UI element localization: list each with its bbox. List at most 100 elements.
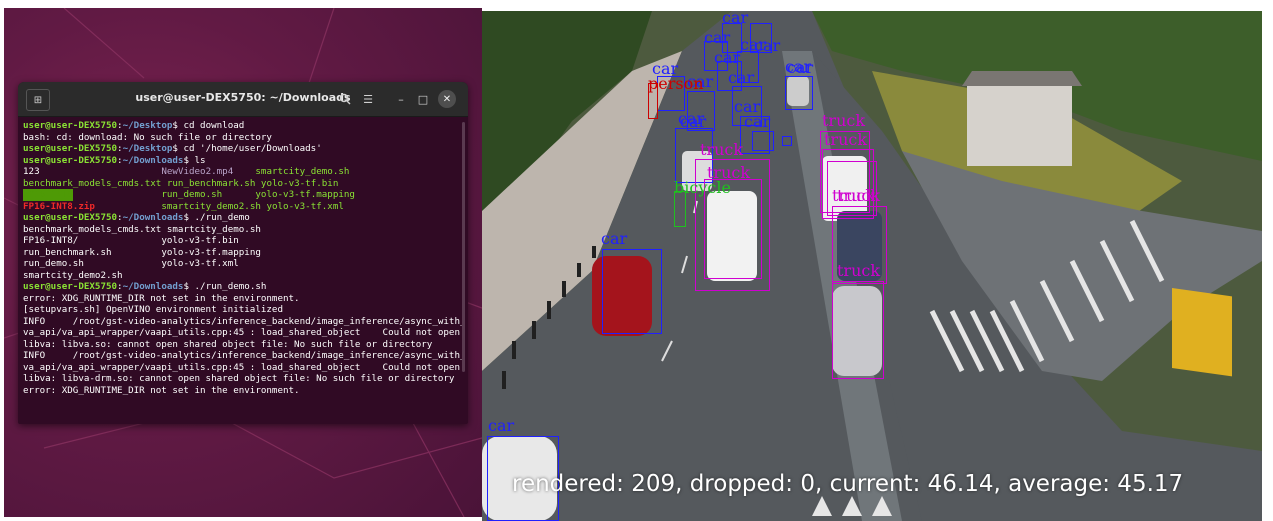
detection-label-car: car	[488, 416, 515, 435]
output-text: INFO /root/gst-video-analytics/inference…	[23, 315, 464, 327]
output-text: va_api/va_api_wrapper/vaapi_utils.cpp:45…	[23, 327, 460, 338]
ls-entry: FP16-INT8	[23, 189, 73, 201]
ls-entry: smartcity_demo.sh	[255, 166, 350, 177]
ls-entry: yolo-v3-tf.mapping	[255, 189, 355, 200]
ls-entry: smartcity_demo2.sh	[161, 200, 261, 212]
output-text: error: XDG_RUNTIME_DIR not set in the en…	[23, 384, 300, 396]
terminal-line: bash: cd: download: No such file or dire…	[23, 132, 464, 144]
terminal-line: user@user-DEX5750:~/Desktop$ cd '/home/u…	[23, 143, 464, 155]
ls-entry: benchmark_models_cmds.txt	[23, 223, 162, 235]
ls-entry: NewVideo2.mp4	[161, 166, 234, 177]
terminal-line: va_api/va_api_wrapper/vaapi_utils.cpp:45…	[23, 327, 464, 339]
prompt-user: user@user-DEX5750	[23, 212, 118, 223]
prompt-path: ~/Downloads	[122, 212, 184, 223]
command-text: $ ./run_demo.sh	[183, 281, 267, 292]
terminal-window[interactable]: ⊞ user@user-DEX5750: ~/Downloads ☰ – □ ✕…	[18, 82, 468, 424]
terminal-line: INFO /root/gst-video-analytics/inference…	[23, 350, 464, 362]
ls-entry: run_demo.sh	[161, 189, 223, 200]
output-text: INFO /root/gst-video-analytics/inference…	[23, 350, 464, 361]
output-text: libva: libva-drm.so: cannot open shared …	[23, 373, 455, 384]
terminal-line: user@user-DEX5750:~/Downloads$ ./run_dem…	[23, 281, 464, 293]
ls-entry: 123	[23, 166, 40, 177]
terminal-line: user@user-DEX5750:~/Desktop$ cd download	[23, 120, 464, 132]
ls-entry: FP16-INT8/	[23, 235, 79, 246]
detection-label-truck: truck	[824, 130, 868, 149]
fps-stats-overlay: rendered: 209, dropped: 0, current: 46.1…	[512, 471, 1184, 497]
detection-box-car	[602, 249, 662, 334]
command-text: $ cd download	[172, 120, 245, 131]
close-icon[interactable]: ✕	[438, 90, 456, 108]
prompt-user: user@user-DEX5750	[23, 120, 118, 131]
detection-label-truck: truck	[700, 140, 744, 159]
video-frame: car car car car car car car car car car …	[482, 11, 1262, 521]
ls-entry: benchmark_models_cmds.txt	[23, 177, 162, 189]
output-text: libva: libva.so: cannot open shared obje…	[23, 338, 433, 350]
desktop-background: ⊞ user@user-DEX5750: ~/Downloads ☰ – □ ✕…	[4, 8, 482, 517]
detection-label-car: car	[680, 112, 707, 131]
ls-entry: run_benchmark.sh	[23, 246, 112, 258]
ls-entry: smartcity_demo.sh	[166, 223, 261, 235]
ls-entry: run_demo.sh	[23, 258, 84, 269]
minimize-icon[interactable]: –	[392, 89, 410, 109]
ls-entry: yolo-v3-tf.bin	[260, 177, 339, 189]
output-text: error: XDG_RUNTIME_DIR not set in the en…	[23, 292, 300, 304]
detection-box-car	[782, 136, 792, 146]
column-gap	[233, 166, 255, 177]
terminal-titlebar[interactable]: ⊞ user@user-DEX5750: ~/Downloads ☰ – □ ✕	[18, 82, 468, 117]
terminal-line: [setupvars.sh] OpenVINO environment init…	[23, 304, 464, 316]
command-text: $ ls	[183, 154, 206, 166]
prompt-user: user@user-DEX5750	[23, 154, 118, 166]
prompt-user: user@user-DEX5750	[23, 281, 118, 292]
detection-box-car	[752, 131, 774, 151]
ls-entry: FP16-INT8.zip	[23, 200, 95, 212]
column-gap	[95, 201, 161, 212]
column-gap	[73, 189, 162, 200]
terminal-line: smartcity_demo2.sh	[23, 270, 464, 282]
column-gap	[78, 235, 161, 246]
prompt-path: ~/Downloads	[122, 281, 184, 292]
detection-label-truck: truck	[822, 111, 866, 130]
ls-entry: yolo-v3-tf.mapping	[161, 246, 261, 258]
ls-entry: run_benchmark.sh	[166, 177, 256, 189]
detection-label-car: car	[754, 36, 781, 55]
column-gap	[222, 189, 255, 200]
terminal-line: run_benchmark.sh yolo-v3-tf.mapping	[23, 247, 464, 259]
terminal-line: libva: libva.so: cannot open shared obje…	[23, 339, 464, 351]
command-text: $ cd '/home/user/Downloads'	[172, 143, 322, 154]
ls-entry: yolo-v3-tf.bin	[161, 235, 239, 246]
detection-label-person: person	[648, 74, 704, 93]
terminal-line: va_api/va_api_wrapper/vaapi_utils.cpp:45…	[23, 362, 464, 374]
output-text: [setupvars.sh] OpenVINO environment init…	[23, 304, 283, 315]
prompt-user: user@user-DEX5750	[23, 143, 118, 154]
ls-entry: yolo-v3-tf.xml	[161, 258, 239, 269]
hamburger-menu-icon[interactable]: ☰	[358, 89, 378, 109]
command-text: $ ./run_demo	[183, 212, 250, 223]
terminal-line: user@user-DEX5750:~/Downloads$ ls	[23, 155, 464, 167]
detection-label-car: car	[601, 229, 628, 248]
terminal-line: FP16-INT8.zip smartcity_demo2.sh yolo-v3…	[23, 201, 464, 213]
terminal-line: 123 NewVideo2.mp4 smartcity_demo.sh	[23, 166, 464, 178]
terminal-line: FP16-INT8 run_demo.sh yolo-v3-tf.mapping	[23, 189, 464, 201]
terminal-scrollbar[interactable]	[462, 122, 465, 372]
terminal-line: benchmark_models_cmds.txt run_benchmark.…	[23, 178, 464, 190]
terminal-line: error: XDG_RUNTIME_DIR not set in the en…	[23, 293, 464, 305]
terminal-output[interactable]: user@user-DEX5750:~/Desktop$ cd download…	[18, 117, 468, 396]
detection-box-car	[785, 76, 813, 110]
column-gap	[40, 166, 162, 177]
detection-label-car: car	[704, 28, 731, 47]
output-text: va_api/va_api_wrapper/vaapi_utils.cpp:45…	[23, 361, 460, 373]
detection-label-car: car	[787, 58, 814, 77]
maximize-icon[interactable]: □	[414, 89, 432, 109]
column-gap	[84, 258, 161, 269]
detection-label-car: car	[744, 112, 771, 131]
terminal-line: error: XDG_RUNTIME_DIR not set in the en…	[23, 385, 464, 397]
detection-label-car: car	[714, 48, 741, 67]
output-text: smartcity_demo2.sh	[23, 269, 123, 281]
detection-label-truck: truck	[832, 186, 876, 205]
prompt-path: ~/Desktop	[122, 120, 173, 131]
output-text: bash: cd: download: No such file or dire…	[23, 131, 272, 143]
terminal-line: user@user-DEX5750:~/Downloads$ ./run_dem…	[23, 212, 464, 224]
search-icon[interactable]	[335, 89, 355, 109]
detection-label-car: car	[722, 11, 749, 27]
terminal-line: FP16-INT8/ yolo-v3-tf.bin	[23, 235, 464, 247]
